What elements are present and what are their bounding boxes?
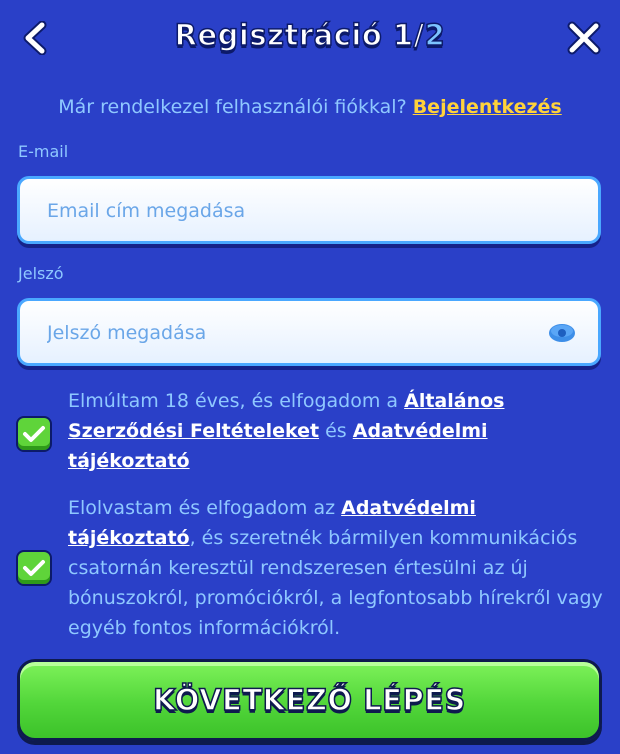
email-field-container bbox=[17, 176, 601, 244]
consent-terms-checkbox[interactable] bbox=[16, 416, 52, 452]
email-input[interactable] bbox=[45, 179, 549, 243]
consent-terms-text-part: és bbox=[319, 420, 353, 442]
show-password-button[interactable] bbox=[548, 322, 576, 344]
checkmark-icon bbox=[23, 560, 45, 576]
consent-marketing-text-part: Elolvastam és elfogadom az bbox=[68, 497, 342, 519]
next-step-label: KÖVETKEZŐ LÉPÉS bbox=[152, 682, 466, 718]
checkmark-icon bbox=[23, 426, 45, 442]
consent-terms-text-part: Elmúltam 18 éves, és elfogadom a bbox=[68, 390, 405, 412]
eye-icon bbox=[549, 324, 575, 342]
password-field-container bbox=[17, 298, 601, 366]
title-step-total: 2 bbox=[424, 17, 446, 53]
consent-terms-text: Elmúltam 18 éves, és elfogadom a Általán… bbox=[68, 386, 608, 476]
title-step: Regisztráció 1/ bbox=[174, 17, 425, 53]
consent-marketing-checkbox[interactable] bbox=[16, 550, 52, 586]
close-button[interactable] bbox=[562, 16, 606, 60]
page-title: Regisztráció 1/2 bbox=[0, 17, 620, 53]
login-prompt: Már rendelkezel felhasználói fiókkal? Be… bbox=[0, 96, 620, 118]
close-icon bbox=[567, 21, 601, 55]
login-prompt-text: Már rendelkezel felhasználói fiókkal? bbox=[58, 96, 413, 118]
email-label: E-mail bbox=[18, 142, 69, 161]
consent-marketing-text: Elolvastam és elfogadom az Adatvédelmi t… bbox=[68, 493, 608, 643]
login-link[interactable]: Bejelentkezés bbox=[413, 96, 562, 118]
header: Regisztráció 1/2 bbox=[0, 0, 620, 76]
password-input[interactable] bbox=[45, 301, 549, 365]
password-label: Jelszó bbox=[18, 264, 64, 283]
next-step-button[interactable]: KÖVETKEZŐ LÉPÉS bbox=[17, 659, 602, 741]
